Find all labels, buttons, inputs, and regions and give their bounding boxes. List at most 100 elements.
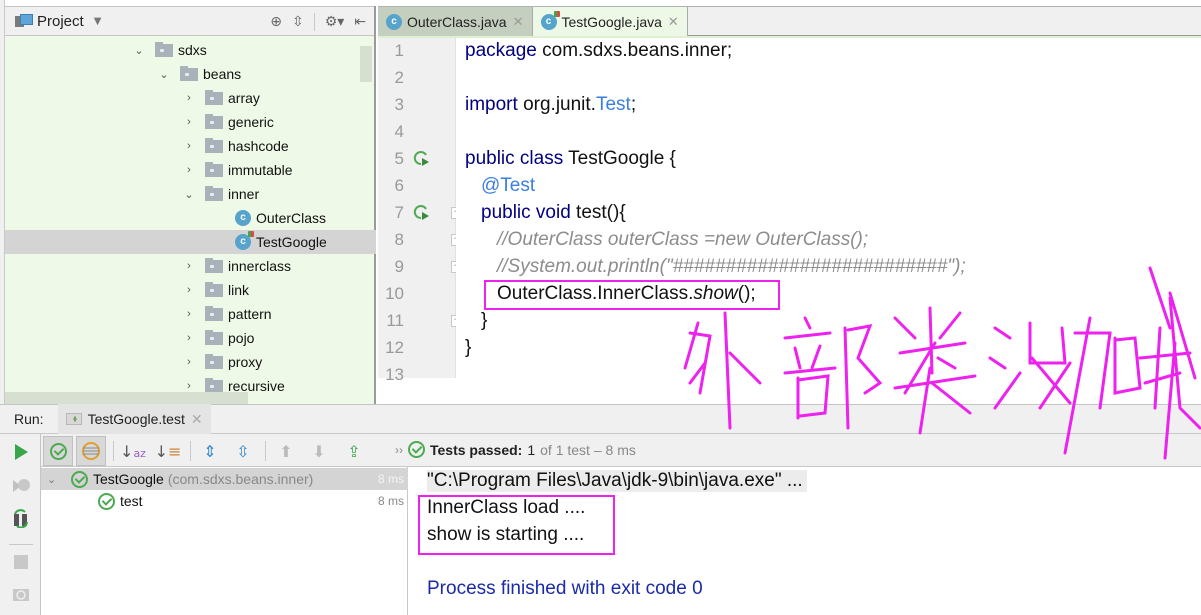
arrow-down-icon: ⬇ xyxy=(312,441,326,461)
check-icon xyxy=(98,492,115,510)
folder-icon xyxy=(180,65,198,81)
chevron-right-icon[interactable]: › xyxy=(183,332,195,344)
tree-item-label: proxy xyxy=(228,354,263,370)
annotation: @Test xyxy=(481,175,536,196)
sort-alpha-button[interactable]: ↓az xyxy=(118,436,148,466)
line-number: 11 xyxy=(386,311,404,330)
chevron-down-icon[interactable]: ⌄ xyxy=(47,473,59,486)
test-duration: 8 ms xyxy=(377,494,404,508)
chevron-right-icon[interactable]: › xyxy=(183,284,195,296)
camera-icon[interactable] xyxy=(11,584,31,604)
chevron-down-icon[interactable]: ▼ xyxy=(94,16,102,27)
test-case-row[interactable]: test 8 ms xyxy=(41,490,408,512)
tree-item-label: generic xyxy=(228,114,274,130)
highlight-box-code xyxy=(484,280,780,310)
collapse-all-button[interactable]: ⇳ xyxy=(228,436,258,466)
chevron-right-icon[interactable]: › xyxy=(183,308,195,320)
tree-item-label: pattern xyxy=(228,306,272,322)
run-tab-testgoogle[interactable]: TestGoogle.test ✕ xyxy=(57,404,211,434)
expand-all-icon: ⇕ xyxy=(203,441,217,461)
line-number: 2 xyxy=(394,68,404,87)
collapse-icon[interactable]: ⇳ xyxy=(292,14,304,30)
folder-icon xyxy=(205,89,223,105)
sort-duration-button[interactable]: ↓≡ xyxy=(153,436,183,466)
sort-by-duration-icon: ↓≡ xyxy=(154,441,182,461)
hide-icon[interactable]: ⇤ xyxy=(354,14,366,30)
close-icon[interactable]: ✕ xyxy=(668,14,679,30)
folder-icon xyxy=(205,353,223,369)
run-side-toolbar xyxy=(0,434,41,615)
test-suite-package: (com.sdxs.beans.inner) xyxy=(167,471,314,487)
tree-item-label: pojo xyxy=(228,330,255,346)
tree-item-label: innerclass xyxy=(228,258,292,274)
horizontal-scrollbar[interactable] xyxy=(5,392,248,404)
check-icon xyxy=(71,470,88,488)
show-passed-button[interactable] xyxy=(43,436,73,466)
highlight-box-output xyxy=(418,495,615,555)
chevron-right-icon[interactable]: › xyxy=(183,164,195,176)
tree-item-label: sdxs xyxy=(178,42,207,58)
chevron-down-icon[interactable]: ⌄ xyxy=(158,68,170,81)
toolbar-separator xyxy=(265,441,266,461)
folder-icon xyxy=(205,161,223,177)
test-run-icon xyxy=(65,413,82,425)
run-test-icon[interactable] xyxy=(412,149,430,167)
chevron-right-icon[interactable]: › xyxy=(183,116,195,128)
code-text: com.sdxs.beans.inner; xyxy=(536,40,733,61)
code-line-5: public class TestGoogle { xyxy=(465,148,676,170)
code-line-1: package com.sdxs.beans.inner; xyxy=(465,40,732,62)
rerun-icon[interactable] xyxy=(11,442,31,462)
test-suite-row[interactable]: ⌄ TestGoogle (com.sdxs.beans.inner) 8 ms xyxy=(41,468,408,490)
next-failed-button[interactable]: ⬇ xyxy=(304,436,334,466)
close-icon[interactable]: ✕ xyxy=(513,14,524,30)
sort-alphabetically-icon: ↓az xyxy=(120,441,146,461)
status-suffix: of 1 test – 8 ms xyxy=(540,441,636,458)
vertical-scrollbar[interactable] xyxy=(360,46,372,82)
export-icon: ⇪ xyxy=(347,441,361,461)
chevron-right-icon[interactable]: › xyxy=(183,260,195,272)
test-suite-name: TestGoogle xyxy=(93,471,164,487)
stop-icon[interactable] xyxy=(11,552,31,572)
chevron-right-icon[interactable]: › xyxy=(183,380,195,392)
chevron-down-icon[interactable]: ⌄ xyxy=(133,44,145,57)
line-number: 3 xyxy=(394,95,404,114)
show-ignored-button[interactable] xyxy=(76,436,106,466)
close-icon[interactable]: ✕ xyxy=(191,411,203,428)
project-panel-title[interactable]: Project xyxy=(37,13,84,30)
console-output[interactable]: "C:\Program Files\Java\jdk-9\bin\java.ex… xyxy=(409,467,1201,615)
folder-icon xyxy=(205,305,223,321)
toggle-auto-test-icon[interactable] xyxy=(11,508,31,528)
run-test-icon[interactable] xyxy=(412,203,430,221)
project-panel: Project ▼ ⊕ ⇳ ⚙▾ ⇤ ⌄ sdxs ⌄ beans › arra… xyxy=(5,6,376,404)
line-number: 8 xyxy=(394,230,404,249)
chevron-right-icon[interactable]: › xyxy=(183,92,195,104)
expand-all-button[interactable]: ⇕ xyxy=(195,436,225,466)
code-text: org.junit. xyxy=(517,94,596,115)
export-button[interactable]: ⇪ xyxy=(339,436,369,466)
keyword: public class xyxy=(465,148,564,169)
tree-item-label: TestGoogle xyxy=(256,234,327,250)
tab-testgoogle-java[interactable]: c TestGoogle.java ✕ xyxy=(532,7,688,36)
check-icon xyxy=(49,442,67,460)
chevron-right-icon[interactable]: › xyxy=(183,140,195,152)
test-case-name: test xyxy=(120,493,143,509)
previous-failed-button[interactable]: ⬆ xyxy=(271,436,301,466)
gear-icon[interactable]: ⚙▾ xyxy=(325,14,345,30)
keyword: public void xyxy=(481,202,571,223)
folder-icon xyxy=(205,257,223,273)
more-icon[interactable]: ›› xyxy=(395,443,403,457)
project-panel-header: Project ▼ ⊕ ⇳ ⚙▾ ⇤ xyxy=(5,6,374,36)
ignored-icon xyxy=(82,442,100,460)
project-icon xyxy=(15,14,33,28)
locate-icon[interactable]: ⊕ xyxy=(270,14,282,30)
chevron-right-icon[interactable]: › xyxy=(183,356,195,368)
rerun-failed-icon[interactable] xyxy=(11,476,31,496)
tab-outerclass-java[interactable]: c OuterClass.java ✕ xyxy=(378,7,533,36)
run-label: Run: xyxy=(14,411,44,427)
code-editor[interactable]: package com.sdxs.beans.inner; import org… xyxy=(456,38,1201,378)
chevron-down-icon[interactable]: ⌄ xyxy=(183,188,195,201)
folder-icon xyxy=(205,281,223,297)
tree-item-label: OuterClass xyxy=(256,210,327,226)
tree-item-testgoogle[interactable]: c TestGoogle xyxy=(5,230,376,254)
keyword: import xyxy=(465,94,518,115)
